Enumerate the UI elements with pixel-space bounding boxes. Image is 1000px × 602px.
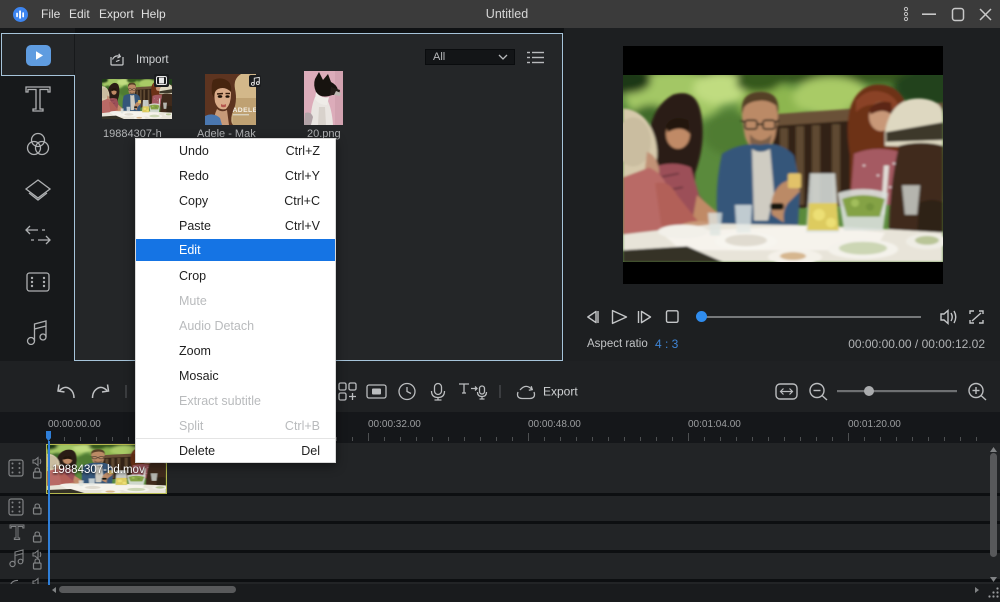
- svg-text:Export: Export: [543, 385, 578, 399]
